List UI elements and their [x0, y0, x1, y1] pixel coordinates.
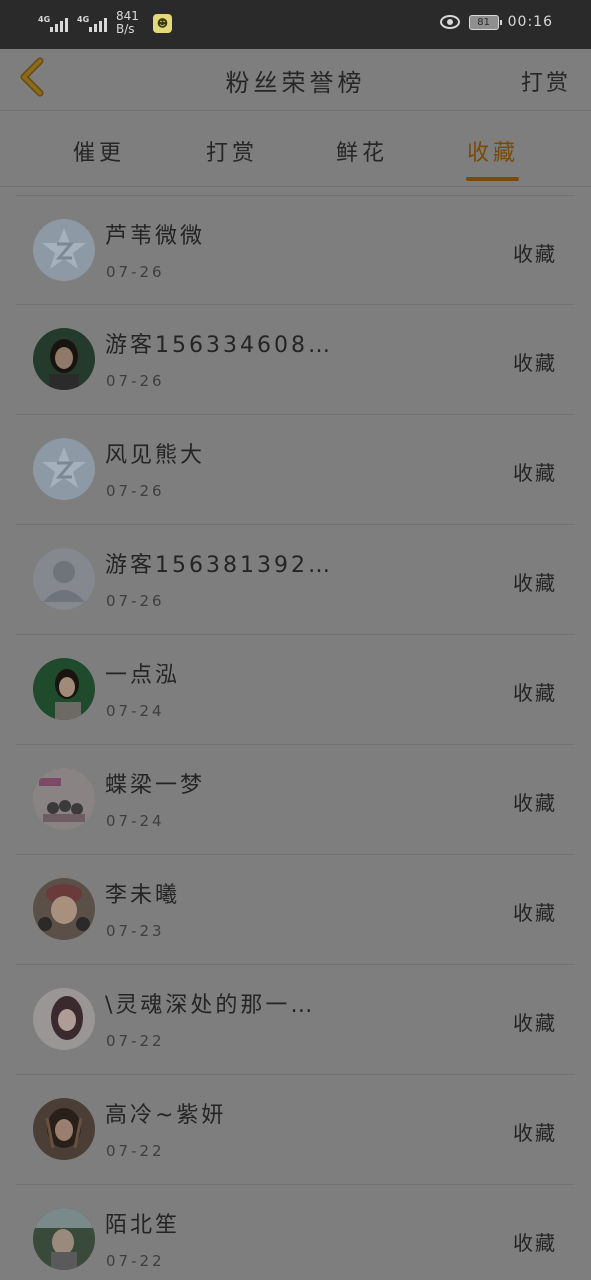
tab-urge[interactable]: 催更 [73, 135, 125, 167]
clock: 00:16 [507, 14, 553, 30]
fan-list: 芦苇微微 07-26 收藏 游客156334608… 07-26 收藏 风见熊大… [16, 195, 575, 1280]
user-photo [33, 878, 95, 940]
network-speed: 841 B/s [116, 10, 144, 36]
network-type: 4G [77, 15, 90, 24]
user-photo [33, 328, 95, 390]
reward-button[interactable]: 打赏 [521, 65, 571, 97]
list-item[interactable]: 高冷~紫妍 07-22 收藏 [16, 1075, 575, 1185]
signal-icon: 4G [38, 12, 68, 34]
nav-bar: 粉丝荣誉榜 打赏 [0, 49, 591, 111]
fan-date: 07-24 [106, 702, 165, 720]
avatar [33, 219, 95, 281]
fan-name: \灵魂深处的那一… [105, 993, 316, 1018]
row-action-label: 收藏 [513, 1011, 557, 1035]
fan-name: 芦苇微微 [105, 224, 206, 249]
fan-name: 一点泓 [105, 663, 181, 688]
status-left: 4G 4G 841 B/s ☻ [38, 10, 172, 36]
avatar [33, 988, 95, 1050]
row-action-label: 收藏 [513, 242, 557, 266]
fan-name: 李未曦 [105, 883, 181, 908]
user-photo [33, 988, 95, 1050]
page-title: 粉丝荣誉榜 [225, 69, 366, 97]
avatar [33, 438, 95, 500]
person-placeholder-icon [33, 548, 95, 610]
status-bar: 4G 4G 841 B/s ☻ 81 00:16 [0, 0, 591, 49]
fan-date: 07-22 [106, 1252, 165, 1270]
battery-icon: 81 [468, 14, 502, 30]
fan-date: 07-23 [106, 922, 165, 940]
row-action-label: 收藏 [513, 791, 557, 815]
list-item[interactable]: \灵魂深处的那一… 07-22 收藏 [16, 965, 575, 1075]
row-action-label: 收藏 [513, 1231, 557, 1255]
fan-name: 风见熊大 [105, 443, 206, 468]
list-item[interactable]: 一点泓 07-24 收藏 [16, 635, 575, 745]
fan-date: 07-24 [106, 812, 165, 830]
avatar [33, 878, 95, 940]
list-item[interactable]: 游客156334608… 07-26 收藏 [16, 305, 575, 415]
avatar [33, 768, 95, 830]
list-item[interactable]: 李未曦 07-23 收藏 [16, 855, 575, 965]
user-photo [33, 768, 95, 830]
user-photo [33, 1098, 95, 1160]
fan-name: 陌北笙 [105, 1213, 181, 1238]
fan-name: 游客156381392… [105, 553, 333, 578]
list-item[interactable]: 陌北笙 07-22 收藏 [16, 1185, 575, 1280]
qq-default-icon [33, 438, 95, 500]
fan-date: 07-22 [106, 1142, 165, 1160]
row-action-label: 收藏 [513, 571, 557, 595]
fan-date: 07-22 [106, 1032, 165, 1050]
avatar [33, 328, 95, 390]
tab-indicator [466, 177, 519, 181]
tab-bar: 催更 打赏 鲜花 收藏 [0, 111, 591, 187]
avatar [33, 1208, 95, 1270]
fan-name: 高冷~紫妍 [105, 1103, 227, 1128]
speed-unit: B/s [116, 22, 135, 36]
user-photo [33, 1208, 95, 1270]
avatar [33, 548, 95, 610]
row-action-label: 收藏 [513, 681, 557, 705]
row-action-label: 收藏 [513, 351, 557, 375]
fan-date: 07-26 [106, 263, 165, 281]
fan-date: 07-26 [106, 592, 165, 610]
row-action-label: 收藏 [513, 1121, 557, 1145]
list-item[interactable]: 风见熊大 07-26 收藏 [16, 415, 575, 525]
list-item[interactable]: 蝶梁一梦 07-24 收藏 [16, 745, 575, 855]
eye-comfort-icon [439, 15, 460, 29]
list-item[interactable]: 芦苇微微 07-26 收藏 [16, 195, 575, 305]
fan-name: 蝶梁一梦 [105, 773, 206, 798]
network-type: 4G [38, 15, 51, 24]
battery-level: 81 [477, 16, 490, 28]
row-action-label: 收藏 [513, 461, 557, 485]
fan-date: 07-26 [106, 372, 165, 390]
fan-date: 07-26 [106, 482, 165, 500]
row-action-label: 收藏 [513, 901, 557, 925]
signal-icon: 4G [77, 12, 107, 34]
tab-flowers[interactable]: 鲜花 [336, 135, 388, 167]
user-photo [33, 658, 95, 720]
status-right: 81 00:16 [439, 14, 553, 30]
tab-favorites[interactable]: 收藏 [467, 135, 519, 167]
tab-reward[interactable]: 打赏 [206, 135, 258, 167]
avatar [33, 1098, 95, 1160]
list-item[interactable]: 游客156381392… 07-26 收藏 [16, 525, 575, 635]
fan-name: 游客156334608… [105, 333, 333, 358]
qq-default-icon [33, 219, 95, 281]
notification-app-icon: ☻ [153, 13, 172, 33]
avatar [33, 658, 95, 720]
